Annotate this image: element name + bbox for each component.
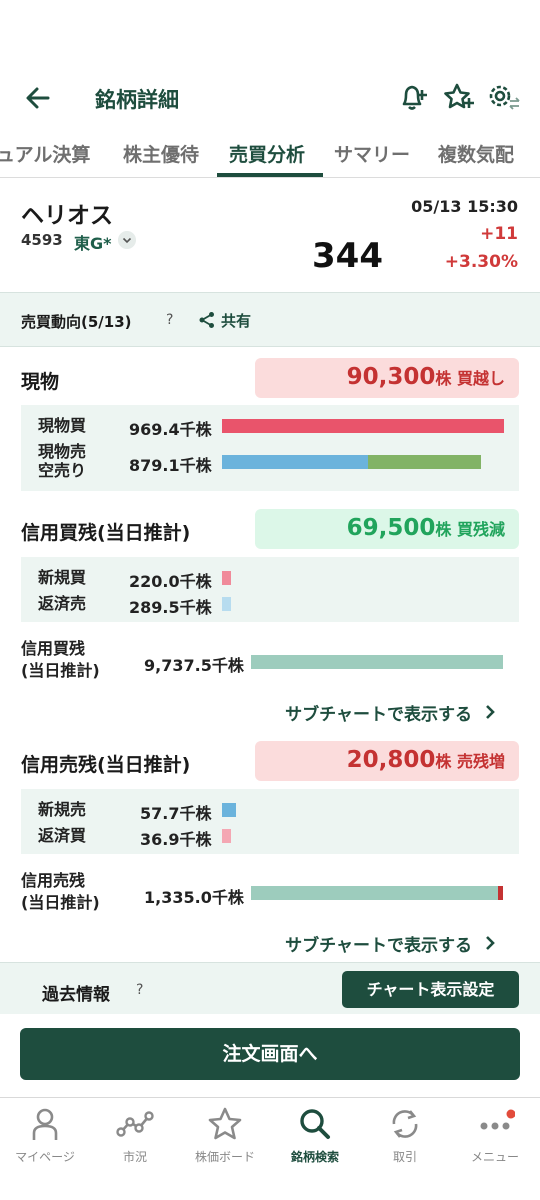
spot-summary-badge: 90,300株 買越し (255, 358, 519, 398)
settings-switch-icon[interactable] (486, 80, 520, 114)
help-icon[interactable]: ? (136, 982, 143, 998)
help-icon[interactable]: ? (166, 312, 173, 328)
margin-sell-total-bar (251, 886, 498, 900)
chevron-right-icon[interactable] (482, 704, 498, 720)
new-buy-value: 220.0千株 (129, 572, 212, 591)
bottom-nav: マイページ 市況 株価ボード 銘柄検索 取引 メニュー (0, 1097, 540, 1200)
nav-stock-search[interactable]: 銘柄検索 (270, 1098, 360, 1178)
tab-multiple-quotes[interactable]: 複数気配 (438, 140, 514, 167)
nav-trade[interactable]: 取引 (360, 1098, 450, 1178)
order-button[interactable]: 注文画面へ (20, 1028, 520, 1080)
tab-trade-analysis[interactable]: 売買分析 (229, 140, 305, 167)
margin-sell-summary-badge: 20,800株 売残増 (255, 741, 519, 781)
app-header: 銘柄詳細 (0, 70, 540, 126)
margin-sell-subchart-link[interactable]: サブチャートで表示する (285, 931, 472, 956)
margin-sell-detail-box: 新規売 57.7千株 返済買 36.9千株 (21, 789, 519, 854)
tab-dual-settlement[interactable]: ュアル決算 (0, 140, 90, 167)
repay-sell-bar (222, 597, 231, 611)
new-sell-label: 新規売 (38, 800, 87, 819)
price-change: +11 (480, 224, 518, 244)
spot-title: 現物 (21, 371, 60, 393)
new-buy-label: 新規買 (38, 568, 87, 587)
current-price: 344 (312, 236, 383, 276)
repay-buy-label: 返済買 (38, 826, 87, 845)
menu-icon (480, 1109, 515, 1130)
nav-stock-board[interactable]: 株価ボード (180, 1098, 270, 1178)
share-icon[interactable] (198, 311, 216, 329)
repay-sell-label: 返済売 (38, 594, 87, 613)
margin-sell-total-value: 1,335.0千株 (144, 888, 244, 907)
margin-sell-change-bar (498, 886, 503, 900)
trade-trend-header: 売買動向(5/13) ? 共有 (0, 292, 540, 347)
repay-buy-value: 36.9千株 (140, 830, 212, 849)
margin-buy-subchart-link[interactable]: サブチャートで表示する (285, 700, 472, 725)
tab-bar: ュアル決算 株主優待 売買分析 サマリー 複数気配 (0, 128, 540, 178)
quote-datetime: 05/13 15:30 (411, 197, 518, 216)
spot-sell-value: 879.1千株 (129, 456, 212, 475)
search-icon (300, 1109, 330, 1139)
spot-buy-value: 969.4千株 (129, 420, 212, 439)
margin-buy-summary-badge: 69,500株 買残減 (255, 509, 519, 549)
repay-sell-value: 289.5千株 (129, 598, 212, 617)
chevron-right-icon[interactable] (482, 935, 498, 951)
page-title: 銘柄詳細 (95, 88, 179, 112)
new-sell-value: 57.7千株 (140, 804, 212, 823)
margin-buy-total-bar (251, 655, 503, 669)
star-icon (208, 1107, 242, 1140)
margin-sell-total-label: 信用売残 (当日推計) (21, 871, 100, 912)
market-icon (116, 1111, 154, 1137)
margin-buy-title: 信用買残(当日推計) (21, 522, 191, 544)
share-button[interactable]: 共有 (221, 310, 251, 331)
past-info-bar: 過去情報 ? チャート表示設定 (0, 962, 540, 1014)
spot-sell-label: 現物売 空売り (38, 442, 87, 480)
stock-code: 4593 (21, 231, 63, 249)
trade-icon (392, 1110, 418, 1138)
stock-name: ヘリオス (21, 203, 113, 229)
margin-sell-title: 信用売残(当日推計) (21, 754, 191, 776)
tab-summary[interactable]: サマリー (334, 140, 410, 167)
spot-detail-box: 現物買 969.4千株 現物売 空売り 879.1千株 (21, 405, 519, 491)
margin-buy-total-value: 9,737.5千株 (144, 656, 244, 675)
spot-sell-bar (222, 455, 368, 469)
bell-add-icon[interactable] (396, 80, 430, 114)
tab-shareholder-benefits[interactable]: 株主優待 (123, 140, 199, 167)
spot-buy-bar (222, 419, 504, 433)
favorite-add-icon[interactable] (442, 80, 476, 114)
nav-menu[interactable]: メニュー (450, 1098, 540, 1178)
new-buy-bar (222, 571, 231, 585)
short-sell-bar (368, 455, 481, 469)
price-change-percent: +3.30% (444, 252, 518, 272)
margin-buy-total-label: 信用買残 (当日推計) (21, 639, 100, 680)
margin-buy-detail-box: 新規買 220.0千株 返済売 289.5千株 (21, 557, 519, 622)
nav-market[interactable]: 市況 (90, 1098, 180, 1178)
back-arrow-icon[interactable] (22, 82, 54, 114)
past-info-title: 過去情報 (42, 985, 110, 1005)
person-icon (32, 1108, 58, 1140)
active-tab-indicator (217, 173, 323, 177)
chevron-down-icon[interactable] (118, 231, 136, 249)
trade-trend-title: 売買動向(5/13) (21, 313, 132, 331)
repay-buy-bar (222, 829, 231, 843)
new-sell-bar (222, 803, 236, 817)
market-selector[interactable]: 東G* (74, 230, 112, 254)
chart-settings-button[interactable]: チャート表示設定 (342, 971, 519, 1008)
spot-buy-label: 現物買 (38, 416, 87, 435)
nav-mypage[interactable]: マイページ (0, 1098, 90, 1178)
